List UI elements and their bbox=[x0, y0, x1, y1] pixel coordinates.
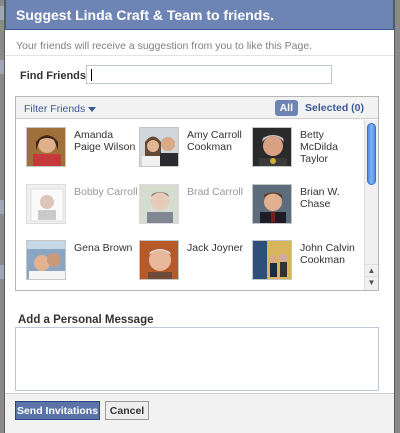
friend-item[interactable]: Amanda Paige Wilson bbox=[26, 127, 138, 177]
friend-item[interactable]: Jack Joyner bbox=[139, 240, 251, 290]
friend-photo bbox=[139, 127, 179, 167]
friend-name: Amanda Paige Wilson bbox=[74, 129, 136, 153]
friend-photo bbox=[139, 184, 179, 224]
friend-name: Jack Joyner bbox=[187, 242, 244, 254]
scroll-down-arrow-icon[interactable]: ▼ bbox=[365, 276, 378, 288]
scrollbar-thumb[interactable] bbox=[367, 123, 376, 185]
friend-name: Brian W. Chase bbox=[300, 186, 340, 210]
friend-item[interactable]: Betty McDilda Taylor bbox=[252, 127, 364, 177]
friend-photo bbox=[139, 240, 179, 280]
scroll-up-arrow-icon[interactable]: ▲ bbox=[365, 264, 378, 276]
filter-bar: Filter Friends All Selected (0) bbox=[16, 97, 378, 119]
dialog-subtitle: Your friends will receive a suggestion f… bbox=[5, 30, 394, 56]
filter-friends-dropdown[interactable]: Filter Friends bbox=[24, 103, 97, 115]
tab-all[interactable]: All bbox=[274, 100, 298, 116]
friends-grid: Amanda Paige Wilson Amy Carroll Cookman … bbox=[16, 120, 364, 290]
cancel-button[interactable]: Cancel bbox=[105, 401, 149, 420]
friend-name: Bobby Carroll bbox=[74, 186, 138, 198]
text-caret bbox=[91, 69, 92, 81]
tab-selected[interactable]: Selected (0) bbox=[305, 102, 364, 114]
suggest-dialog: Suggest Linda Craft & Team to friends. Y… bbox=[4, 0, 395, 433]
friend-item[interactable]: Gena Brown bbox=[26, 240, 138, 290]
friend-item[interactable]: Brad Carroll bbox=[139, 184, 251, 234]
friend-name: Brad Carroll bbox=[187, 186, 244, 198]
filter-friends-label: Filter Friends bbox=[24, 103, 86, 115]
find-friends-input[interactable] bbox=[86, 65, 332, 84]
friend-name: Amy Carroll Cookman bbox=[187, 129, 242, 153]
chevron-down-icon bbox=[88, 106, 97, 112]
dialog-footer: Send Invitations Cancel bbox=[5, 393, 394, 433]
friends-scrollbar[interactable]: ▲ ▼ bbox=[364, 120, 378, 290]
friend-item[interactable]: Amy Carroll Cookman bbox=[139, 127, 251, 177]
friend-name: Betty McDilda Taylor bbox=[300, 129, 338, 165]
friend-photo bbox=[252, 127, 292, 167]
friend-item[interactable]: Bobby Carroll bbox=[26, 184, 138, 234]
friend-photo bbox=[26, 127, 66, 167]
friends-selector: Filter Friends All Selected (0) Amanda P… bbox=[15, 96, 379, 291]
dialog-title: Suggest Linda Craft & Team to friends. bbox=[5, 0, 394, 30]
friend-item[interactable]: Brian W. Chase bbox=[252, 184, 364, 234]
friend-photo bbox=[252, 240, 292, 280]
find-friends-row: Find Friends: bbox=[5, 64, 394, 88]
friend-photo bbox=[252, 184, 292, 224]
friend-name: Gena Brown bbox=[74, 242, 133, 254]
personal-message-heading: Add a Personal Message bbox=[18, 314, 154, 326]
friend-photo bbox=[26, 240, 66, 280]
friend-name: John Calvin Cookman bbox=[300, 242, 355, 266]
friend-item[interactable]: John Calvin Cookman bbox=[252, 240, 364, 290]
find-friends-label: Find Friends: bbox=[20, 70, 90, 82]
send-invitations-button[interactable]: Send Invitations bbox=[15, 401, 100, 420]
personal-message-input[interactable] bbox=[15, 327, 379, 391]
friend-photo bbox=[26, 184, 66, 224]
